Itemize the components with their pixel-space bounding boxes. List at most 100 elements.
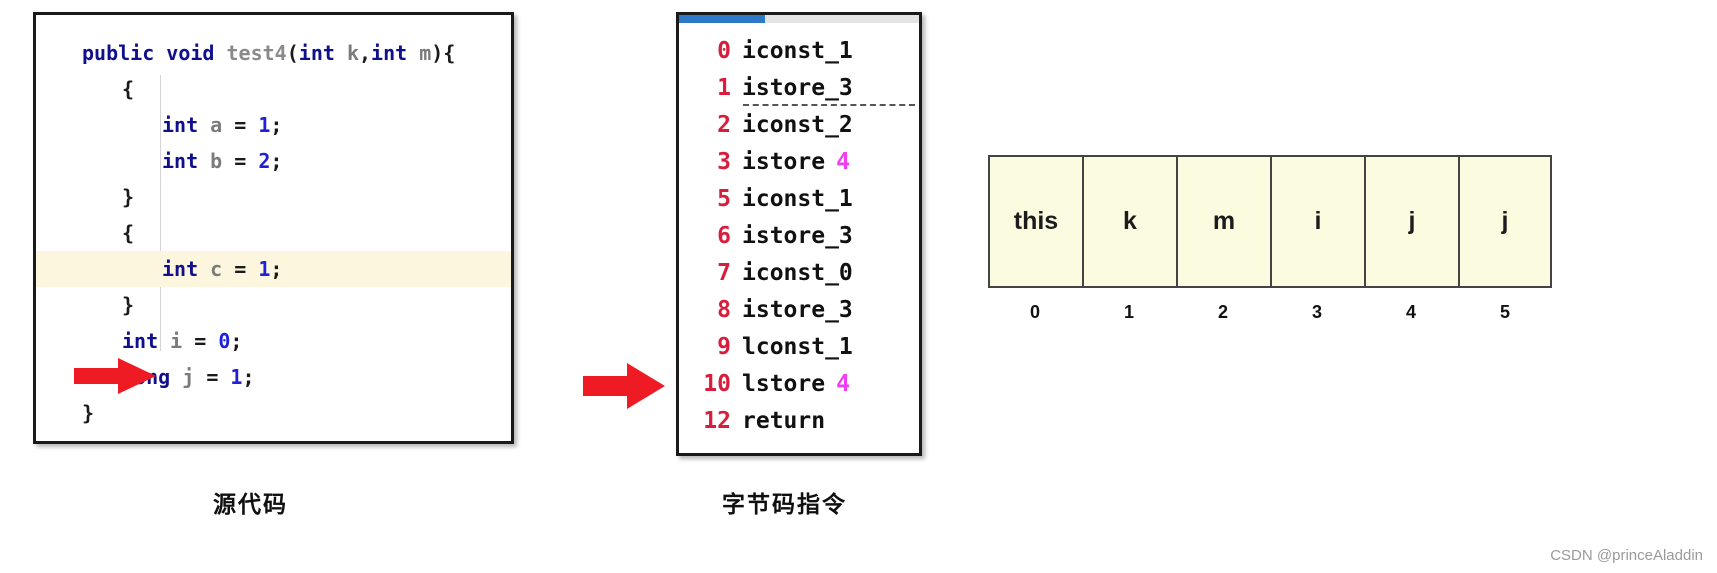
slot-cell: j — [1458, 155, 1552, 288]
bytecode-operand: 4 — [836, 371, 850, 397]
code-token: c — [210, 257, 235, 281]
bytecode-instruction-list: 0 iconst_1 1 istore_3 2 iconst_2 3 istore 4 5 icon… — [679, 23, 919, 440]
bytecode-offset: 1 — [717, 75, 731, 101]
code-token: 0 — [218, 329, 231, 353]
bytecode-opcode: istore_3 — [742, 75, 853, 101]
bytecode-row[interactable]: 9 lconst_1 — [689, 329, 919, 366]
bytecode-row[interactable]: 12 return — [689, 403, 919, 440]
bytecode-opcode: iconst_1 — [742, 38, 853, 64]
code-token: ( — [286, 41, 299, 65]
code-token: public — [82, 41, 167, 65]
bytecode-offset: 7 — [717, 260, 731, 286]
code-token: int — [371, 41, 420, 65]
bytecode-offset: 2 — [717, 112, 731, 138]
slot-index-label: 1 — [1123, 302, 1134, 322]
bytecode-offset: 3 — [717, 149, 731, 175]
bytecode-opcode: iconst_0 — [742, 260, 853, 286]
code-token: } — [82, 401, 95, 425]
bytecode-row[interactable]: 3 istore 4 — [689, 144, 919, 181]
bytecode-opcode: lconst_1 — [742, 334, 853, 360]
code-token: = — [194, 329, 219, 353]
bytecode-offset: 10 — [703, 371, 731, 397]
bytecode-offset: 12 — [703, 408, 731, 434]
bytecode-offset: 9 — [717, 334, 731, 360]
bytecode-offset: 8 — [717, 297, 731, 323]
code-line: public void test4(int k,int m){ — [36, 35, 511, 71]
bytecode-opcode: iconst_1 — [742, 186, 853, 212]
slot-index-label: 2 — [1217, 302, 1228, 322]
code-line: int a = 1; — [36, 107, 511, 143]
bytecode-row[interactable]: 10 lstore 4 — [689, 366, 919, 403]
code-token: k — [346, 41, 359, 65]
code-token: ; — [270, 113, 283, 137]
caption-source-code: 源代码 — [213, 492, 288, 518]
code-token: ){ — [431, 41, 456, 65]
slot-cell: j — [1364, 155, 1458, 288]
code-token: int — [162, 257, 211, 281]
code-line: } — [36, 287, 511, 323]
slot-cell: this — [988, 155, 1082, 288]
code-token: = — [206, 365, 231, 389]
bytecode-row[interactable]: 7 iconst_0 — [689, 255, 919, 292]
bytecode-opcode: istore_3 — [742, 297, 853, 323]
code-token: { — [122, 221, 135, 245]
bytecode-row[interactable]: 0 iconst_1 — [689, 33, 919, 70]
code-token: { — [122, 77, 135, 101]
horizontal-scrollbar[interactable] — [679, 15, 919, 23]
bytecode-row[interactable]: 1 istore_3 — [689, 70, 919, 107]
code-token: int — [162, 113, 211, 137]
code-token: = — [234, 257, 259, 281]
bytecode-opcode: lstore — [742, 371, 826, 397]
code-token: ; — [270, 149, 283, 173]
bytecode-row[interactable]: 5 iconst_1 — [689, 181, 919, 218]
watermark: CSDN @princeAladdin — [1550, 547, 1703, 564]
slot-table-container: this k m i j j 0 1 2 3 4 5 — [988, 155, 1552, 323]
slot-cell: k — [1082, 155, 1176, 288]
code-token: 1 — [258, 113, 271, 137]
code-token: , — [359, 41, 372, 65]
code-token: m — [419, 41, 432, 65]
code-line: { — [36, 71, 511, 107]
code-token: 1 — [258, 257, 271, 281]
code-token: int — [122, 329, 171, 353]
code-token: = — [234, 113, 259, 137]
code-line: int b = 2; — [36, 143, 511, 179]
slot-table: this k m i j j — [988, 155, 1552, 288]
code-token: int — [162, 149, 211, 173]
bytecode-operand: 4 — [836, 149, 850, 175]
slot-index-label: 5 — [1499, 302, 1510, 322]
bytecode-offset: 0 — [717, 38, 731, 64]
slot-cell: i — [1270, 155, 1364, 288]
slot-cell: m — [1176, 155, 1270, 288]
code-line: int c = 1; — [36, 251, 511, 287]
code-token: 2 — [258, 149, 271, 173]
code-token: 1 — [230, 365, 243, 389]
code-token: } — [122, 293, 135, 317]
code-token: = — [234, 149, 259, 173]
code-token: a — [210, 113, 235, 137]
code-token: test4 — [226, 41, 287, 65]
bytecode-panel: 0 iconst_1 1 istore_3 2 iconst_2 3 istore 4 5 icon… — [676, 12, 922, 456]
code-token: ; — [242, 365, 255, 389]
bytecode-opcode: iconst_2 — [742, 112, 853, 138]
code-token: i — [170, 329, 195, 353]
code-token: int — [298, 41, 347, 65]
slot-index-label: 4 — [1405, 302, 1416, 322]
red-arrow-source — [74, 358, 156, 394]
caption-bytecode: 字节码指令 — [722, 492, 847, 518]
bytecode-opcode: istore_3 — [742, 223, 853, 249]
code-line: } — [36, 395, 511, 431]
bytecode-opcode: istore — [742, 149, 826, 175]
code-token: b — [210, 149, 235, 173]
bytecode-row[interactable]: 6 istore_3 — [689, 218, 919, 255]
bytecode-row[interactable]: 8 istore_3 — [689, 292, 919, 329]
code-token: ; — [230, 329, 243, 353]
slot-index-label: 3 — [1311, 302, 1322, 322]
code-line: { — [36, 215, 511, 251]
bytecode-row[interactable]: 2 iconst_2 — [689, 107, 919, 144]
code-token: void — [166, 41, 227, 65]
scrollbar-thumb[interactable] — [679, 15, 766, 23]
code-line: } — [36, 179, 511, 215]
code-token: j — [182, 365, 207, 389]
code-line: int i = 0; — [36, 323, 511, 359]
